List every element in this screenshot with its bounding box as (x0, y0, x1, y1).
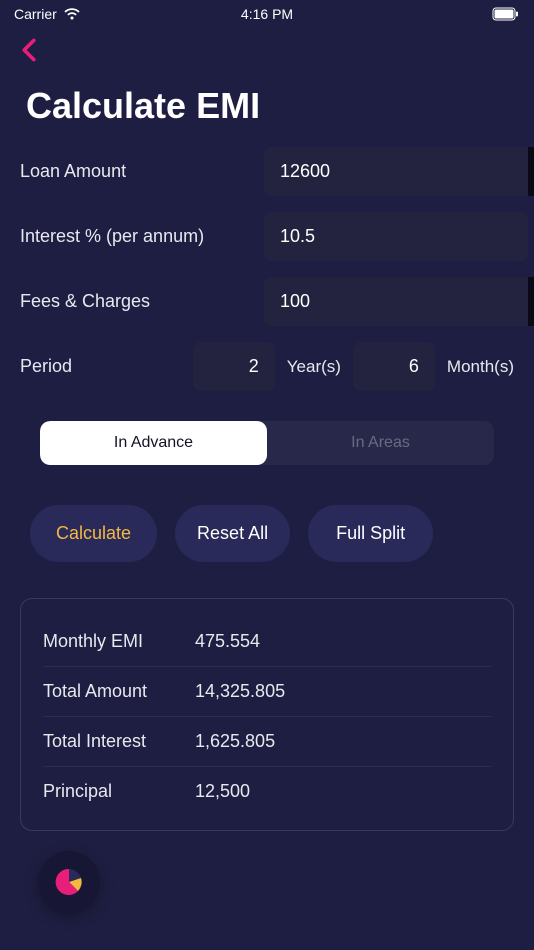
monthly-emi-value: 475.554 (195, 631, 260, 652)
chevron-left-icon (20, 38, 38, 62)
carrier-label: Carrier (14, 6, 57, 22)
back-button[interactable] (0, 28, 58, 77)
battery-icon (492, 7, 520, 21)
calculate-button[interactable]: Calculate (30, 505, 157, 562)
page-title: Calculate EMI (0, 77, 534, 147)
fees-input-wrapper: $ (264, 277, 514, 326)
interest-input-wrapper (264, 212, 514, 261)
loan-amount-input-wrapper: $ (264, 147, 514, 196)
loan-amount-label: Loan Amount (20, 161, 264, 182)
chart-button[interactable] (38, 851, 100, 913)
period-label: Period (20, 356, 181, 377)
results-panel: Monthly EMI 475.554 Total Amount 14,325.… (20, 598, 514, 831)
segment-in-advance[interactable]: In Advance (40, 421, 267, 465)
status-bar: Carrier 4:16 PM (0, 0, 534, 28)
principal-value: 12,500 (195, 781, 250, 802)
total-amount-label: Total Amount (43, 681, 195, 702)
months-input[interactable] (353, 342, 435, 391)
action-buttons: Calculate Reset All Full Split (0, 505, 534, 562)
result-principal: Principal 12,500 (43, 767, 491, 816)
months-unit: Month(s) (447, 357, 514, 377)
pie-chart-icon (54, 867, 84, 897)
currency-selector[interactable]: $ (528, 147, 534, 196)
result-total-amount: Total Amount 14,325.805 (43, 667, 491, 717)
status-time: 4:16 PM (241, 6, 293, 22)
result-total-interest: Total Interest 1,625.805 (43, 717, 491, 767)
interest-row: Interest % (per annum) (20, 212, 514, 261)
fees-input[interactable] (264, 277, 528, 326)
segment-in-areas[interactable]: In Areas (267, 421, 494, 465)
total-interest-label: Total Interest (43, 731, 195, 752)
total-interest-value: 1,625.805 (195, 731, 275, 752)
form-section: Loan Amount $ Interest % (per annum) Fee… (0, 147, 534, 391)
principal-label: Principal (43, 781, 195, 802)
years-input[interactable] (193, 342, 275, 391)
years-unit: Year(s) (287, 357, 341, 377)
result-monthly-emi: Monthly EMI 475.554 (43, 617, 491, 667)
period-row: Period Year(s) Month(s) (20, 342, 514, 391)
total-amount-value: 14,325.805 (195, 681, 285, 702)
wifi-icon (63, 7, 81, 21)
interest-input[interactable] (264, 212, 528, 261)
reset-all-button[interactable]: Reset All (175, 505, 290, 562)
monthly-emi-label: Monthly EMI (43, 631, 195, 652)
loan-amount-row: Loan Amount $ (20, 147, 514, 196)
fees-row: Fees & Charges $ (20, 277, 514, 326)
fees-currency-selector[interactable]: $ (528, 277, 534, 326)
full-split-button[interactable]: Full Split (308, 505, 433, 562)
interest-label: Interest % (per annum) (20, 226, 264, 247)
loan-amount-input[interactable] (264, 147, 528, 196)
status-left: Carrier (14, 6, 81, 22)
payment-mode-segmented[interactable]: In Advance In Areas (40, 421, 494, 465)
fees-label: Fees & Charges (20, 291, 264, 312)
